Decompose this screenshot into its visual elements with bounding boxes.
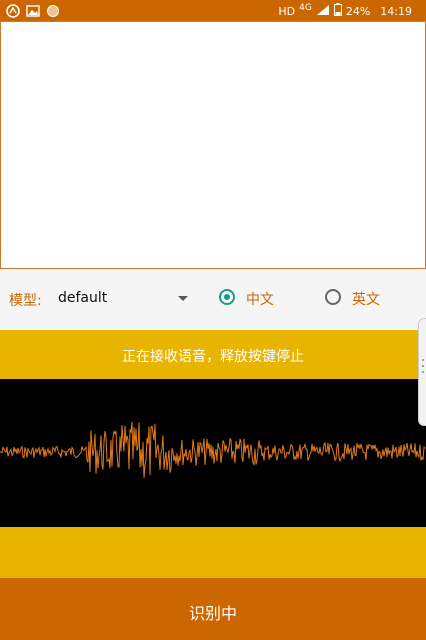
hint-bar: 正在接收语音，释放按键停止	[0, 330, 426, 379]
clock: 14:19	[380, 4, 412, 18]
result-text-area[interactable]	[0, 21, 426, 269]
signal-icon	[316, 4, 330, 19]
network-hd-label: HD	[278, 4, 296, 18]
bottom-band	[0, 527, 426, 578]
model-select[interactable]: default	[58, 290, 107, 306]
waveform-line	[0, 422, 426, 478]
radio-english-label[interactable]: 英文	[352, 289, 380, 309]
chevron-down-icon[interactable]	[178, 296, 188, 301]
controls-row: 模型: default 中文 英文	[0, 269, 426, 329]
model-label: 模型:	[9, 293, 42, 309]
radio-english[interactable]	[325, 289, 341, 305]
battery-icon	[333, 3, 342, 19]
battery-percent: 24%	[345, 4, 371, 18]
edge-drawer-handle[interactable]	[418, 318, 426, 426]
status-bar: HD 4G 24% 14:19	[0, 0, 426, 21]
radio-chinese[interactable]	[219, 289, 235, 305]
image-app-icon	[26, 3, 40, 17]
hint-text: 正在接收语音，释放按键停止	[122, 349, 304, 365]
dashboard-app-icon	[6, 3, 20, 18]
network-type-label: 4G	[299, 3, 312, 13]
radio-chinese-label[interactable]: 中文	[246, 289, 274, 309]
waveform-panel	[0, 379, 426, 527]
circle-app-icon	[46, 3, 60, 17]
record-button[interactable]: 识别中	[0, 578, 426, 640]
record-button-label: 识别中	[188, 604, 237, 623]
waveform-graph	[0, 422, 426, 478]
